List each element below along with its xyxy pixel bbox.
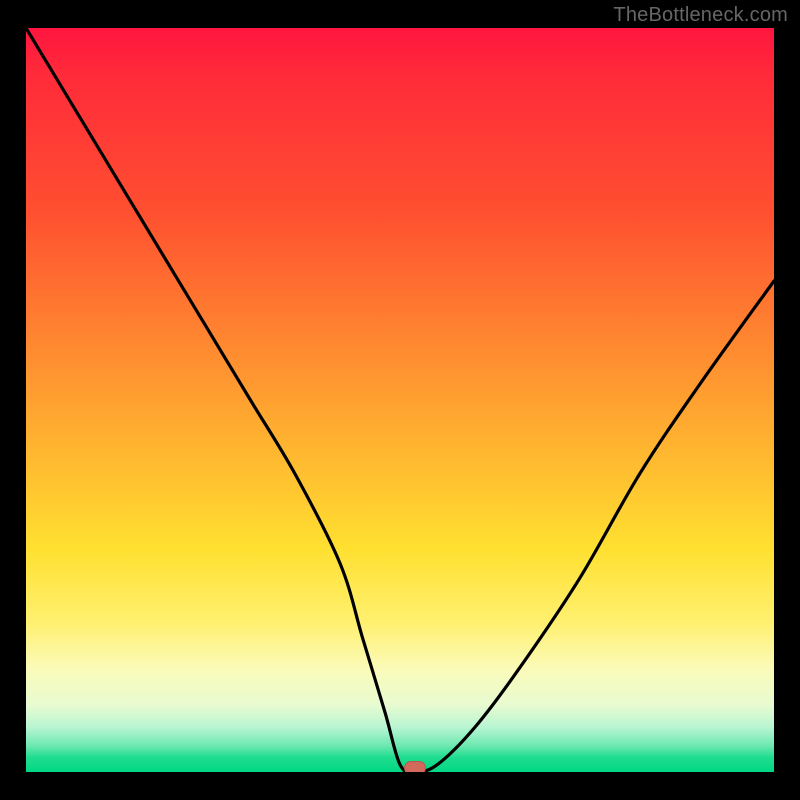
watermark-text: TheBottleneck.com [613, 4, 788, 27]
bottleneck-curve [26, 28, 774, 772]
chart-frame: TheBottleneck.com [0, 0, 800, 800]
plot-area [26, 28, 774, 772]
curve-svg [26, 28, 774, 772]
minimum-marker [404, 761, 426, 772]
